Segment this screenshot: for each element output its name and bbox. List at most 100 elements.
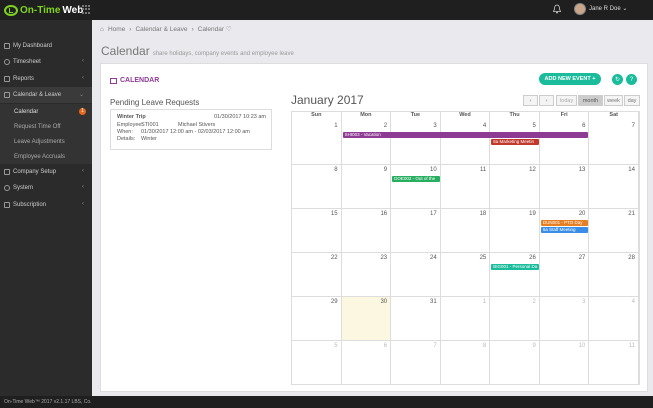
calendar-day-cell[interactable]: 5	[292, 341, 342, 385]
breadcrumb-section[interactable]: Calendar & Leave	[135, 26, 187, 33]
calendar-day-cell[interactable]: 15	[292, 209, 342, 253]
day-number[interactable]: 21	[628, 211, 635, 217]
calendar-day-cell[interactable]: 2	[490, 297, 540, 341]
calendar-day-cell[interactable]: 12	[490, 165, 540, 209]
sidebar-item-system[interactable]: System ‹	[0, 180, 92, 196]
calendar-event[interactable]: DUN001 - PTO Day	[540, 220, 589, 226]
breadcrumb-home[interactable]: Home	[108, 26, 125, 33]
calendar-day-cell[interactable]: 3	[391, 121, 441, 165]
day-number[interactable]: 9	[532, 343, 535, 349]
calendar-day-cell[interactable]: 16	[341, 209, 392, 253]
day-number[interactable]: 11	[629, 343, 635, 349]
calendar-day-cell[interactable]: 9	[341, 165, 392, 209]
day-number[interactable]: 6	[582, 123, 585, 129]
calendar-day-cell[interactable]: 30	[341, 297, 392, 341]
calendar-day-cell[interactable]: 2	[341, 121, 392, 165]
calendar-day-cell[interactable]: 10	[539, 341, 590, 385]
day-number[interactable]: 2	[532, 299, 535, 305]
refresh-icon[interactable]: ↻	[612, 74, 623, 85]
calendar-day-cell[interactable]: 26	[490, 253, 540, 297]
calendar-day-cell[interactable]: 6	[539, 121, 590, 165]
sidebar-item-subscription[interactable]: Subscription ‹	[0, 197, 92, 213]
bell-icon[interactable]	[553, 4, 561, 14]
view-day-button[interactable]: day	[624, 95, 640, 106]
apps-grid-icon[interactable]	[82, 5, 91, 14]
sidebar-item-calendar-leave[interactable]: Calendar & Leave ⌄	[0, 87, 92, 103]
day-number[interactable]: 29	[331, 299, 338, 305]
day-number[interactable]: 2	[384, 123, 387, 129]
calendar-day-cell[interactable]: 10	[391, 165, 441, 209]
day-number[interactable]: 16	[380, 211, 387, 217]
today-button[interactable]: today	[556, 95, 577, 106]
day-number[interactable]: 8	[483, 343, 486, 349]
app-logo[interactable]: On-Time Web	[4, 3, 83, 17]
sidebar-subitem-calendar[interactable]: Calendar 1	[0, 104, 92, 119]
day-number[interactable]: 19	[529, 211, 536, 217]
calendar-day-cell[interactable]: 6	[341, 341, 392, 385]
day-number[interactable]: 26	[529, 255, 536, 261]
calendar-event[interactable]: 6a Staff Meeting	[540, 227, 589, 233]
calendar-event[interactable]: BIG001 - Personal Da	[491, 264, 539, 270]
calendar-day-cell[interactable]: 9	[490, 341, 540, 385]
day-number[interactable]: 6	[384, 343, 387, 349]
calendar-day-cell[interactable]: 31	[391, 297, 441, 341]
day-number[interactable]: 23	[380, 255, 387, 261]
day-number[interactable]: 18	[480, 211, 487, 217]
sidebar-item-company-setup[interactable]: Company Setup ‹	[0, 164, 92, 180]
add-new-event-button[interactable]: ADD NEW EVENT +	[539, 73, 601, 85]
calendar-day-cell[interactable]: 28	[589, 253, 639, 297]
day-number[interactable]: 5	[334, 343, 337, 349]
sidebar-subitem-request-time-off[interactable]: Request Time Off	[0, 119, 92, 134]
view-month-button[interactable]: month	[578, 95, 603, 106]
day-number[interactable]: 13	[579, 167, 586, 173]
day-number[interactable]: 1	[483, 299, 486, 305]
day-number[interactable]: 31	[430, 299, 437, 305]
day-number[interactable]: 3	[433, 123, 436, 129]
calendar-day-cell[interactable]: 4	[589, 297, 639, 341]
calendar-day-cell[interactable]: 11	[440, 165, 491, 209]
avatar[interactable]	[574, 3, 586, 15]
day-number[interactable]: 3	[582, 299, 585, 305]
day-number[interactable]: 7	[433, 343, 436, 349]
day-number[interactable]: 12	[529, 167, 536, 173]
user-menu[interactable]: Jane R Doe ⌄	[589, 5, 627, 12]
sidebar-item-reports[interactable]: Reports ‹	[0, 71, 92, 87]
calendar-day-cell[interactable]: 17	[391, 209, 441, 253]
calendar-day-cell[interactable]: 11	[589, 341, 639, 385]
day-number[interactable]: 28	[628, 255, 635, 261]
calendar-day-cell[interactable]: 1	[292, 121, 342, 165]
calendar-day-cell[interactable]: 14	[589, 165, 639, 209]
day-number[interactable]: 9	[384, 167, 387, 173]
pending-leave-card[interactable]: Winter Trip 01/30/2017 10:23 am Employee…	[110, 109, 272, 150]
sidebar-subitem-employee-accruals[interactable]: Employee Accruals	[0, 149, 92, 164]
calendar-day-cell[interactable]: 1	[440, 297, 491, 341]
sidebar-subitem-leave-adjustments[interactable]: Leave Adjustments	[0, 134, 92, 149]
sidebar-item-timesheet[interactable]: Timesheet ‹	[0, 54, 92, 70]
calendar-day-cell[interactable]: 23	[341, 253, 392, 297]
view-week-button[interactable]: week	[604, 95, 623, 106]
calendar-day-cell[interactable]: 18	[440, 209, 491, 253]
calendar-day-cell[interactable]: 13	[539, 165, 590, 209]
calendar-day-cell[interactable]: 8	[292, 165, 342, 209]
day-number[interactable]: 15	[331, 211, 338, 217]
day-number[interactable]: 22	[331, 255, 338, 261]
calendar-day-cell[interactable]: 19	[490, 209, 540, 253]
day-number[interactable]: 17	[430, 211, 437, 217]
calendar-day-cell[interactable]: 22	[292, 253, 342, 297]
prev-month-button[interactable]: ‹	[523, 95, 538, 106]
day-number[interactable]: 11	[480, 167, 486, 173]
calendar-day-cell[interactable]: 27	[539, 253, 590, 297]
calendar-day-cell[interactable]: 29	[292, 297, 342, 341]
calendar-day-cell[interactable]: 7	[589, 121, 639, 165]
calendar-day-cell[interactable]: 25	[440, 253, 491, 297]
home-icon[interactable]: ⌂	[100, 26, 104, 33]
calendar-event[interactable]: SHI003 - Vacation	[342, 132, 589, 138]
calendar-day-cell[interactable]: 21	[589, 209, 639, 253]
day-number[interactable]: 7	[632, 123, 635, 129]
help-icon[interactable]: ?	[626, 74, 637, 85]
day-number[interactable]: 14	[628, 167, 635, 173]
next-month-button[interactable]: ›	[539, 95, 554, 106]
day-number[interactable]: 5	[532, 123, 535, 129]
calendar-day-cell[interactable]: 4	[440, 121, 491, 165]
day-number[interactable]: 10	[579, 343, 586, 349]
